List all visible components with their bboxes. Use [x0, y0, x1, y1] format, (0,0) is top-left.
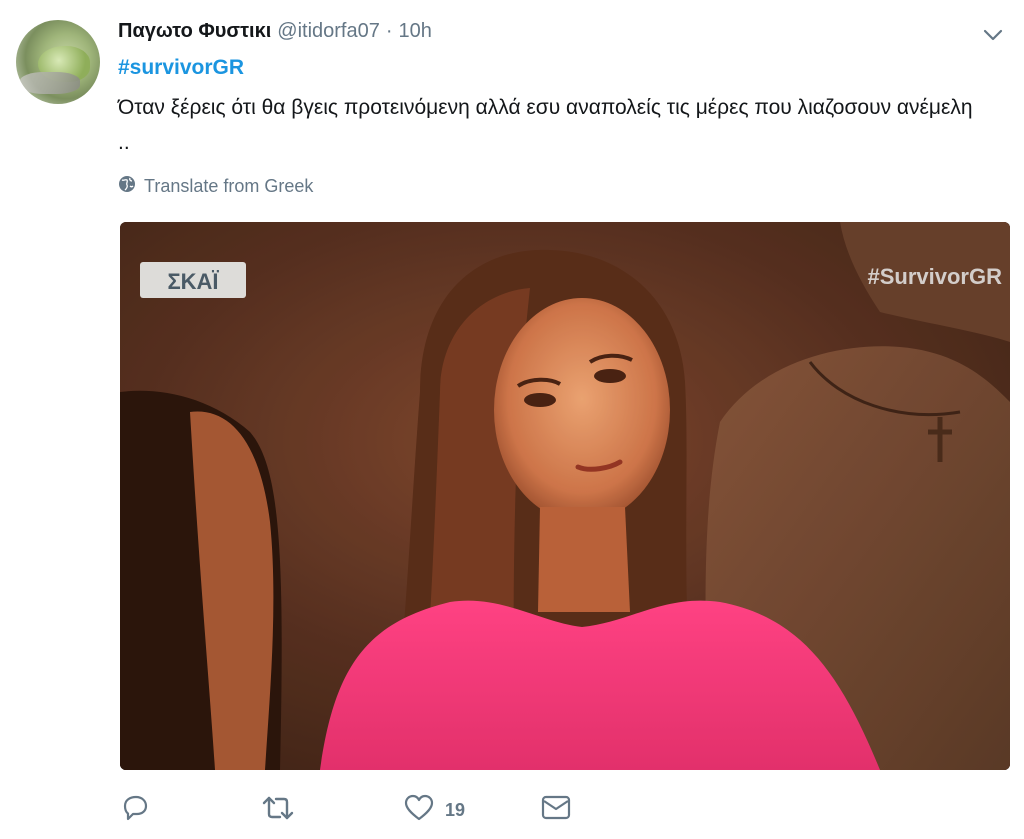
like-button[interactable]: 19	[403, 792, 465, 828]
tweet-header: Παγωτο Φυστικι @itidorfa07 · 10h	[118, 20, 432, 44]
reply-icon	[120, 793, 150, 828]
like-count: 19	[445, 799, 466, 820]
survivor-watermark: #SurvivorGR	[868, 264, 1003, 289]
channel-logo: ΣΚΑΪ	[167, 269, 219, 294]
tweet-media-image[interactable]: ΣΚΑΪ #SurvivorGR	[120, 222, 1010, 770]
retweet-button[interactable]	[260, 792, 296, 828]
display-name[interactable]: Παγωτο Φυστικι	[118, 20, 271, 43]
separator-dot: ·	[385, 20, 393, 42]
heart-icon	[403, 793, 435, 828]
user-handle[interactable]: @itidorfa07	[277, 20, 380, 43]
direct-message-button[interactable]	[540, 792, 572, 828]
hashtag-link[interactable]: #survivorGR	[118, 56, 244, 80]
media-scene: ΣΚΑΪ #SurvivorGR	[120, 222, 1010, 770]
reply-button[interactable]	[120, 792, 150, 828]
translate-button[interactable]: Translate from Greek	[118, 175, 313, 198]
tweet-text: Όταν ξέρεις ότι θα βγεις προτεινόμενη αλ…	[118, 96, 973, 154]
envelope-icon	[540, 793, 572, 828]
avatar-plate-shape	[20, 72, 80, 94]
more-options-chevron-icon[interactable]	[982, 26, 1004, 44]
retweet-icon	[260, 793, 296, 828]
translate-label: Translate from Greek	[144, 176, 314, 196]
avatar[interactable]	[16, 20, 100, 104]
globe-icon	[118, 175, 136, 198]
timestamp[interactable]: 10h	[399, 20, 432, 43]
